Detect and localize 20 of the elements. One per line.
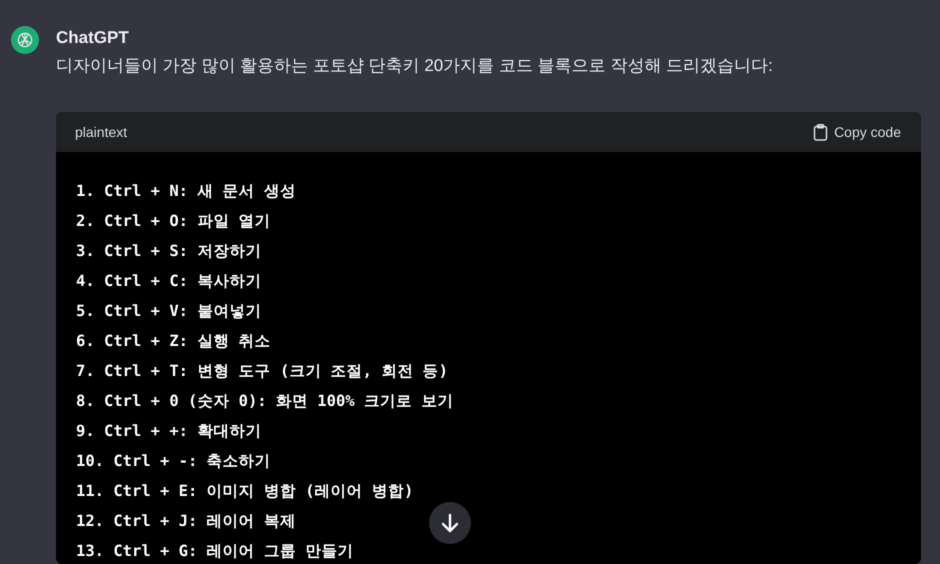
code-line: 10. Ctrl + -: 축소하기	[76, 451, 271, 472]
code-line: 9. Ctrl + +: 확대하기	[76, 421, 262, 442]
code-line: 11. Ctrl + E: 이미지 병합 (레이어 병합)	[76, 481, 414, 502]
code-line: 2. Ctrl + O: 파일 열기	[76, 211, 271, 232]
code-line: 12. Ctrl + J: 레이어 복제	[76, 511, 296, 532]
code-line: 4. Ctrl + C: 복사하기	[76, 271, 262, 292]
code-line: 7. Ctrl + T: 변형 도구 (크기 조절, 회전 등)	[76, 361, 448, 382]
code-line: 3. Ctrl + S: 저장하기	[76, 241, 262, 262]
arrow-down-icon	[441, 513, 459, 533]
clipboard-icon	[813, 124, 828, 140]
code-line: 8. Ctrl + 0 (숫자 0): 화면 100% 크기로 보기	[76, 391, 454, 412]
message-text: 디자이너들이 가장 많이 활용하는 포토샵 단축키 20가지를 코드 블록으로 작성해 드리겠습니다:	[56, 55, 774, 77]
code-line: 5. Ctrl + V: 붙여넣기	[76, 301, 262, 322]
copy-code-button[interactable]: Copy code	[813, 124, 901, 140]
author-name: ChatGPT	[56, 27, 130, 49]
code-line: 1. Ctrl + N: 새 문서 생성	[76, 181, 296, 202]
code-line: 6. Ctrl + Z: 실행 취소	[76, 331, 271, 352]
code-language: plaintext	[75, 124, 128, 140]
logo-icon	[11, 26, 39, 54]
code-line: 13. Ctrl + G: 레이어 그룹 만들기	[76, 541, 354, 562]
